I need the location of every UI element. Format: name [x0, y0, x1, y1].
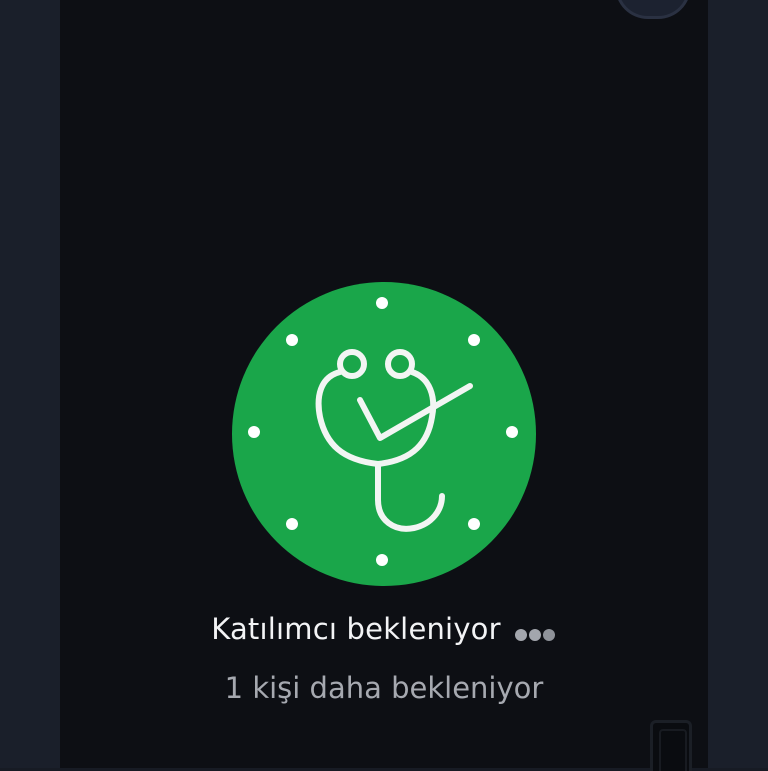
status-title-row: Katılımcı bekleniyor	[60, 612, 708, 648]
participant-avatar	[232, 282, 536, 586]
call-stage: Katılımcı bekleniyor 1 kişi daha bekleni…	[60, 0, 708, 771]
status-title: Katılımcı bekleniyor	[211, 612, 501, 646]
right-gutter	[708, 0, 768, 768]
top-control-button[interactable]	[618, 0, 688, 16]
corner-widget[interactable]	[650, 720, 692, 771]
stethoscope-clock-icon	[248, 297, 518, 566]
status-subtitle: 1 kişi daha bekleniyor	[224, 671, 544, 705]
typing-dots-icon	[514, 614, 557, 648]
left-gutter	[0, 0, 60, 768]
